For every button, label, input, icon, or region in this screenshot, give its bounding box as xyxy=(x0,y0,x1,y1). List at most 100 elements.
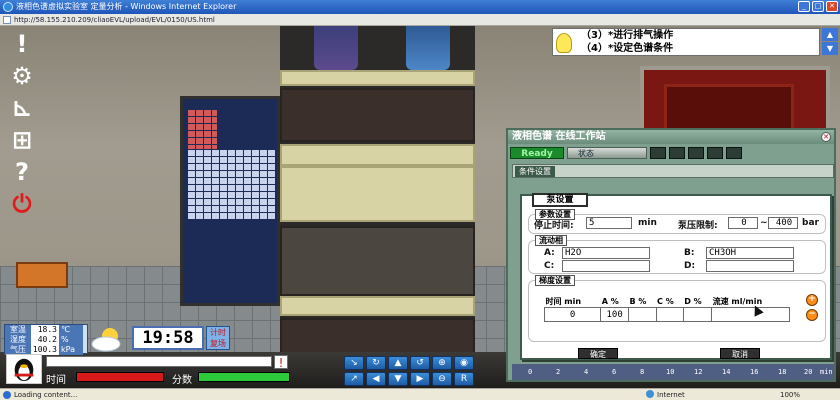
ok-button[interactable]: 确定 xyxy=(578,348,618,359)
cell-time[interactable]: 0 xyxy=(543,307,602,322)
grid-icon[interactable]: ⊞ xyxy=(6,126,38,154)
nav-rotate-ccw-icon[interactable]: ↺ xyxy=(410,356,430,370)
humidity-unit: % xyxy=(59,335,83,345)
open-folder-icon[interactable] xyxy=(650,147,666,159)
ie-logo-icon xyxy=(3,2,13,12)
col-flow: 流速 ml/min xyxy=(712,297,763,306)
score-progress-bar xyxy=(198,372,290,382)
message-bar xyxy=(46,356,272,367)
timer-sub-label: 复场 xyxy=(210,339,226,348)
close-window-button[interactable]: ✕ xyxy=(826,1,838,12)
pressure-min-input[interactable] xyxy=(728,217,758,229)
sample-rack[interactable] xyxy=(16,262,68,288)
axis-tick: 8 xyxy=(640,368,645,376)
axis-tick: 10 xyxy=(666,368,675,376)
nav-eye-icon[interactable]: ◉ xyxy=(454,356,474,370)
alert-icon[interactable]: ! xyxy=(6,30,38,58)
task-tip-scroll: ▲ ▼ xyxy=(822,28,838,56)
hplc-toolbar: Ready 状态 xyxy=(510,146,832,160)
axis-tick: 14 xyxy=(722,368,731,376)
col-time: 时间 min xyxy=(545,297,582,306)
stop-time-unit: min xyxy=(638,218,657,228)
task-tip-panel: （3）*进行排气操作 （4）*设定色谱条件 xyxy=(552,28,820,56)
zoom-level[interactable]: 100% xyxy=(780,389,800,400)
nav-zoom-out-icon[interactable]: ⊖ xyxy=(432,371,452,386)
hplc-instrument[interactable] xyxy=(280,26,475,388)
degasser-module[interactable] xyxy=(280,88,475,142)
address-text: http://58.155.210.209/cliaoEVL/upload/EV… xyxy=(14,16,215,24)
add-row-button[interactable]: + xyxy=(806,294,818,306)
axis-tick: 6 xyxy=(612,368,617,376)
stop-time-input[interactable] xyxy=(586,217,632,229)
print-icon[interactable] xyxy=(707,147,723,159)
pump-module[interactable] xyxy=(280,166,475,222)
nav-rotate-cw-icon[interactable]: ↻ xyxy=(366,356,386,370)
condition-settings-tab[interactable]: 条件设置 xyxy=(515,166,555,177)
globe-icon xyxy=(646,390,654,398)
solvent-b-input[interactable] xyxy=(706,247,794,259)
axis-unit: min xyxy=(820,368,833,376)
penguin-avatar-icon[interactable] xyxy=(6,354,42,384)
solvent-c-input[interactable] xyxy=(562,260,650,272)
maximize-button[interactable]: □ xyxy=(812,1,824,12)
nav-reset-button[interactable]: R xyxy=(454,371,474,386)
ready-indicator: Ready xyxy=(510,147,564,159)
solvent-d-input[interactable] xyxy=(706,260,794,272)
nav-right-icon[interactable]: ▶ xyxy=(410,371,430,386)
loading-icon xyxy=(3,391,11,399)
gradient-group-title: 梯度设置 xyxy=(535,275,575,286)
scroll-down-icon[interactable]: ▼ xyxy=(822,42,838,55)
pump-front[interactable] xyxy=(280,144,475,166)
periodic-table-poster xyxy=(180,96,280,306)
axis-tick: 20 xyxy=(804,368,813,376)
solvent-bottle-a[interactable] xyxy=(314,26,358,70)
time-label: 时间 xyxy=(46,375,66,386)
table-icon[interactable] xyxy=(688,147,704,159)
autosampler-module[interactable] xyxy=(280,226,475,296)
cell-c[interactable] xyxy=(655,307,684,322)
nav-pan-up-right-icon[interactable]: ↗ xyxy=(344,371,364,386)
timer-button[interactable]: 计时 复场 xyxy=(206,326,230,350)
settings-gear-icon[interactable]: ⚙ xyxy=(6,62,38,90)
solvent-bottle-b[interactable] xyxy=(406,26,450,70)
pressure-unit: bar xyxy=(802,218,819,228)
col-b: B % xyxy=(629,297,647,306)
humidity-row: 湿度 40.2 % xyxy=(5,335,87,345)
timer-label: 计时 xyxy=(210,328,226,337)
chart-icon[interactable]: ⊾ xyxy=(6,94,38,122)
axis-tick: 18 xyxy=(778,368,787,376)
pump-dialog-title: 泵设置 xyxy=(532,193,588,207)
solvent-a-label: A: xyxy=(544,248,555,258)
remove-row-button[interactable]: − xyxy=(806,309,818,321)
cell-b[interactable] xyxy=(627,307,657,322)
address-bar[interactable]: http://58.155.210.209/cliaoEVL/upload/EV… xyxy=(0,14,840,26)
cell-a[interactable]: 100 xyxy=(600,307,629,322)
pressure-max-input[interactable] xyxy=(768,217,798,229)
cell-d[interactable] xyxy=(682,307,713,322)
scroll-up-icon[interactable]: ▲ xyxy=(822,28,838,41)
nav-down-icon[interactable]: ▼ xyxy=(388,371,408,386)
pressure-separator: ~ xyxy=(760,218,768,228)
method-icon[interactable] xyxy=(669,147,685,159)
nav-left-icon[interactable]: ◀ xyxy=(366,371,386,386)
solvent-a-input[interactable] xyxy=(562,247,650,259)
status-tab[interactable]: 状态 xyxy=(567,147,647,159)
lightbulb-icon xyxy=(556,33,572,53)
help-icon[interactable]: ? xyxy=(6,158,38,186)
hplc-close-icon[interactable]: ✕ xyxy=(821,132,831,142)
cancel-button[interactable]: 取消 xyxy=(720,348,760,359)
minimize-button[interactable]: _ xyxy=(798,1,810,12)
nav-zoom-in-icon[interactable]: ⊕ xyxy=(432,356,452,370)
chromatogram-icon[interactable] xyxy=(726,147,742,159)
pressure-unit: kPa xyxy=(59,345,83,355)
nav-up-icon[interactable]: ▲ xyxy=(388,356,408,370)
column-oven-front[interactable] xyxy=(280,296,475,316)
nav-pan-down-right-icon[interactable]: ↘ xyxy=(344,356,364,370)
solvent-d-label: D: xyxy=(684,261,696,271)
time-progress-bar xyxy=(76,372,164,382)
warning-icon[interactable]: ! xyxy=(274,355,288,370)
task-line-3: （3）*进行排气操作 xyxy=(581,30,674,41)
hplc-window-title: 液相色谱 在线工作站 xyxy=(508,130,834,144)
power-icon[interactable]: ⏻ xyxy=(6,190,38,218)
poster-cells-blue xyxy=(187,149,275,219)
